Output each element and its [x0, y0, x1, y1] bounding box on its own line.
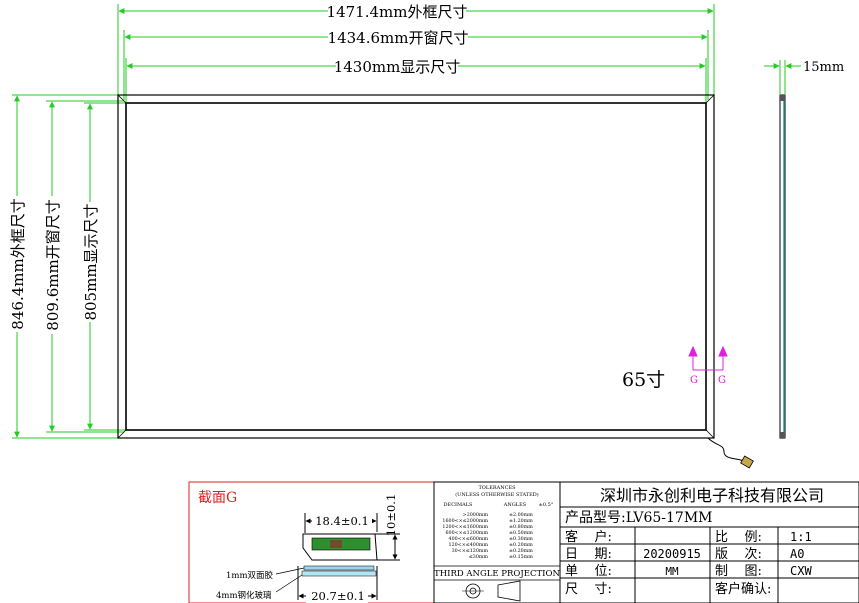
side-view — [764, 60, 801, 439]
tol-header-2: (UNLESS OTHERWISE STATED) — [455, 491, 539, 498]
tol-range: 600<×≤1200mm — [445, 530, 488, 536]
size-label: 尺 寸: — [565, 582, 612, 597]
tol-header-1: TOLERANCES — [478, 485, 516, 491]
window-width-label: 1434.6mm开窗尺寸 — [328, 29, 469, 47]
tape-label: 1mm双面胶 — [226, 570, 274, 581]
tol-value: ±0.30mm — [509, 536, 533, 542]
section-bottom-dim: 20.7±0.1 — [311, 589, 365, 603]
technical-drawing: 1471.4mm外框尺寸 1434.6mm开窗尺寸 1430mm显示尺寸 846… — [6, 1, 859, 603]
outer-height-label: 846.4mm外框尺寸 — [9, 198, 27, 329]
date-value: 20200915 — [643, 547, 701, 561]
projection-label: THIRD ANGLE PROJECTION — [434, 569, 560, 579]
version-value: A0 — [790, 547, 804, 561]
tol-range: 1600<×≤2000mm — [442, 518, 488, 524]
version-label: 版 次: — [715, 546, 762, 562]
confirm-label: 客户确认: — [715, 581, 771, 597]
panel-size-label: 65寸 — [622, 369, 665, 391]
window-height-label: 809.6mm开窗尺寸 — [44, 199, 62, 330]
drawn-value: CXW — [790, 564, 812, 578]
section-height-dim: 10±0.1 — [384, 494, 398, 537]
tol-value: ±0.80mm — [509, 524, 533, 530]
display-width-label: 1430mm显示尺寸 — [334, 58, 461, 76]
scale-value: 1:1 — [790, 530, 812, 544]
section-marker-g — [688, 345, 728, 371]
tol-range: 30<×≤120mm — [452, 548, 489, 554]
outer-width-label: 1471.4mm外框尺寸 — [327, 3, 468, 21]
section-marker-left: G — [690, 375, 698, 386]
front-panel — [117, 94, 754, 469]
tol-col-decimals: DECIMALS — [444, 502, 474, 508]
tol-range: 120<×≤400mm — [449, 542, 489, 548]
tol-value: ±2.00mm — [509, 512, 533, 518]
display-height-label: 805mm显示尺寸 — [82, 203, 100, 320]
section-marker-right: G — [718, 375, 726, 386]
tol-col-angles: ANGLES — [503, 502, 527, 508]
date-label: 日 期: — [565, 547, 612, 562]
model-label: 产品型号:LV65-17MM — [565, 510, 713, 526]
tol-value: ±0.50mm — [509, 530, 533, 536]
tol-value: ±0.15mm — [509, 554, 533, 560]
tol-range: 400<×≤600mm — [449, 536, 489, 542]
tol-value: ±1.20mm — [509, 518, 533, 524]
display-area — [125, 102, 707, 431]
vertical-dimensions — [12, 94, 126, 439]
company-name: 深圳市永创利电子科技有限公司 — [600, 486, 824, 505]
side-thickness-label: 15mm — [803, 60, 844, 75]
drawn-label: 制 图: — [715, 564, 762, 579]
tol-angle-value: ±0.5° — [539, 502, 554, 508]
tol-range: 1200<×≤1600mm — [442, 524, 488, 530]
tol-value: ±0.20mm — [509, 542, 533, 548]
cable — [707, 437, 747, 463]
glass-label: 4mm钢化玻璃 — [216, 590, 272, 601]
customer-label: 客 户: — [565, 529, 612, 545]
section-top-dim: 18.4±0.1 — [315, 514, 369, 528]
tol-range: >2000mm — [463, 512, 489, 518]
scale-label: 比 例: — [715, 530, 762, 545]
unit-label: 单 位: — [565, 564, 612, 579]
tol-value: ±0.20mm — [509, 548, 533, 554]
section-title: 截面G — [198, 490, 237, 506]
tol-range: ≤30mm — [469, 554, 489, 560]
unit-value: MM — [665, 565, 679, 578]
cable-connector — [740, 455, 754, 469]
